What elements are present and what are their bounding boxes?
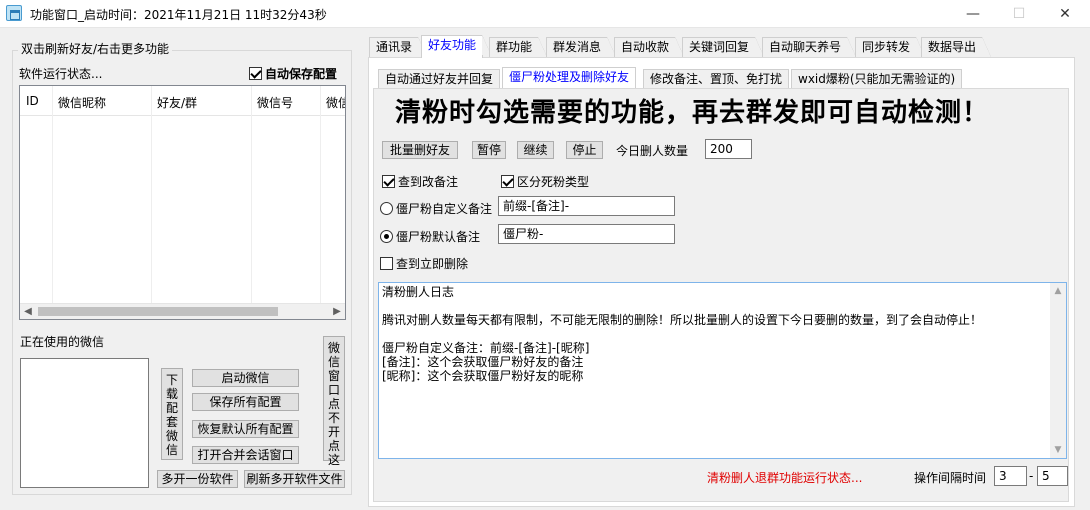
custom-remark-radio-icon (380, 202, 393, 215)
daily-delete-input[interactable]: 200 (705, 139, 752, 159)
minimize-button[interactable]: — (950, 0, 996, 28)
col-divider (151, 86, 152, 306)
col-wechat-id[interactable]: 微信号 (257, 94, 293, 111)
log-vscrollbar[interactable]: ▲ ▼ (1050, 283, 1066, 458)
tab-data-export[interactable]: 数据导出 (921, 37, 992, 57)
scroll-up-icon[interactable]: ▲ (1050, 283, 1066, 299)
scroll-down-icon[interactable]: ▼ (1050, 442, 1066, 458)
restore-default-button[interactable]: 恢复默认所有配置 (192, 420, 299, 438)
wechat-table[interactable]: ID 微信昵称 好友/群 微信号 微信 ◀ ▶ (19, 85, 346, 320)
window-title: 功能窗口_启动时间：2021年11月21日 11时32分43秒 (30, 8, 327, 22)
refresh-multi-button[interactable]: 刷新多开软件文件 (244, 470, 345, 488)
distinguish-label: 区分死粉类型 (517, 175, 590, 189)
tab-keyword-reply[interactable]: 关键词回复 (682, 37, 765, 57)
save-all-button[interactable]: 保存所有配置 (192, 393, 299, 411)
daily-delete-label: 今日删人数量 (616, 144, 689, 158)
distinguish-checkbox[interactable]: 区分死粉类型 (501, 173, 589, 190)
col-divider (52, 86, 53, 306)
feature-status-text: 清粉删人退群功能运行状态... (707, 471, 863, 485)
delete-now-checkbox[interactable]: 查到立即删除 (380, 255, 468, 272)
open-merge-window-button[interactable]: 打开合并会话窗口 (192, 446, 299, 464)
interval-label: 操作间隔时间 (914, 471, 987, 485)
tab-mass-message[interactable]: 群发消息 (546, 37, 617, 57)
in-use-wechat-box[interactable] (20, 358, 149, 488)
delete-now-check-icon (380, 257, 393, 270)
interval-max-input[interactable]: 5 (1037, 466, 1068, 486)
multi-open-button[interactable]: 多开一份软件 (157, 470, 238, 488)
scroll-thumb[interactable] (38, 307, 278, 316)
panel-headline: 清粉时勾选需要的功能，再去群发即可自动检测！ (395, 98, 990, 128)
tab-auto-receive[interactable]: 自动收款 (614, 37, 685, 57)
maximize-button: ☐ (1012, 6, 1026, 22)
col-id[interactable]: ID (26, 94, 39, 108)
subtab-modify-remark[interactable]: 修改备注、置顶、免打扰 (643, 69, 790, 88)
modify-remark-label: 查到改备注 (398, 175, 459, 189)
log-textarea[interactable]: 清粉删人日志 腾讯对删人数量每天都有限制，不可能无限制的删除！所以批量删人的设置… (378, 282, 1067, 459)
col-friend-group[interactable]: 好友/群 (157, 94, 197, 111)
custom-remark-input[interactable]: 前缀-[备注]- (498, 196, 675, 216)
tab-auto-chat[interactable]: 自动聊天养号 (762, 37, 857, 57)
pause-button[interactable]: 暂停 (472, 141, 506, 159)
stop-button[interactable]: 停止 (566, 141, 603, 159)
autosave-check-icon (249, 67, 262, 80)
scroll-right-icon[interactable]: ▶ (329, 305, 345, 319)
app-icon (6, 5, 22, 21)
subtab-auto-accept[interactable]: 自动通过好友并回复 (378, 69, 501, 88)
scroll-left-icon[interactable]: ◀ (20, 305, 36, 319)
col-divider (251, 86, 252, 306)
continue-button[interactable]: 继续 (517, 141, 554, 159)
autosave-checkbox[interactable]: 自动保存配置 (249, 65, 337, 82)
status-label: 软件运行状态... (19, 67, 103, 81)
close-button[interactable]: ✕ (1042, 0, 1088, 28)
window-fix-label: 微信窗口点不开点这 (327, 341, 340, 467)
modify-remark-check-icon (382, 175, 395, 188)
batch-delete-button[interactable]: 批量删好友 (382, 141, 458, 159)
delete-now-label: 查到立即删除 (396, 257, 469, 271)
window-fix-button[interactable]: 微信窗口点不开点这 (323, 336, 345, 467)
modify-remark-checkbox[interactable]: 查到改备注 (382, 173, 458, 190)
table-hscrollbar[interactable]: ◀ ▶ (20, 303, 345, 319)
interval-separator: - (1029, 469, 1034, 483)
tab-friend-functions[interactable]: 好友功能 (421, 35, 492, 58)
subtab-zombie-fans[interactable]: 僵尸粉处理及删除好友 (502, 67, 637, 89)
distinguish-check-icon (501, 175, 514, 188)
tab-sync-forward[interactable]: 同步转发 (855, 37, 926, 57)
default-remark-input[interactable]: 僵尸粉- (498, 224, 675, 244)
col-nickname[interactable]: 微信昵称 (58, 94, 106, 111)
custom-remark-radio[interactable]: 僵尸粉自定义备注 (380, 200, 492, 217)
log-text: 清粉删人日志 腾讯对删人数量每天都有限制，不可能无限制的删除！所以批量删人的设置… (382, 285, 983, 383)
col-divider (320, 86, 321, 306)
tab-contacts[interactable]: 通讯录 (369, 37, 428, 57)
interval-min-input[interactable]: 3 (994, 466, 1027, 486)
start-wechat-button[interactable]: 启动微信 (192, 369, 299, 387)
group-title: 双击刷新好友/右击更多功能 (18, 40, 173, 57)
default-remark-radio-icon (380, 230, 393, 243)
subtab-wxid-add[interactable]: wxid爆粉(只能加无需验证的) (791, 69, 963, 88)
download-wechat-label: 下载配套微信 (165, 373, 178, 457)
autosave-label: 自动保存配置 (265, 67, 338, 81)
download-wechat-button[interactable]: 下载配套微信 (161, 368, 183, 460)
custom-remark-label: 僵尸粉自定义备注 (396, 202, 493, 216)
tab-group-functions[interactable]: 群功能 (489, 37, 548, 57)
table-header: ID 微信昵称 好友/群 微信号 微信 (20, 86, 345, 116)
in-use-label: 正在使用的微信 (20, 335, 105, 349)
default-remark-label: 僵尸粉默认备注 (396, 230, 481, 244)
default-remark-radio[interactable]: 僵尸粉默认备注 (380, 228, 480, 245)
col-wechat-extra[interactable]: 微信 (326, 94, 345, 111)
